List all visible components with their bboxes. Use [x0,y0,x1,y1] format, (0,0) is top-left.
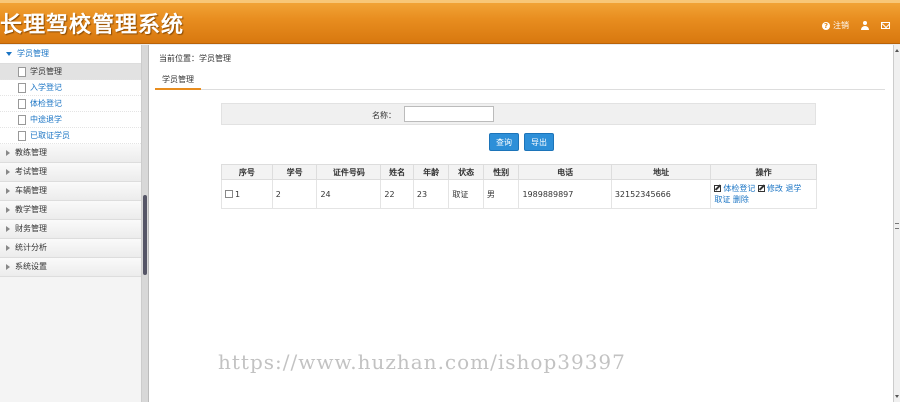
document-icon [18,98,26,109]
scrollbar-grip-icon[interactable] [895,223,899,229]
export-button[interactable]: 导出 [524,133,554,151]
caret-right-icon [6,188,10,194]
cell-actions: 体检登记 修改 退学 取证 删除 [710,179,817,209]
document-icon [18,114,26,125]
sidebar-item-label: 学员管理 [30,66,62,76]
sidebar-item-enrollment[interactable]: 入学登记 [0,80,141,96]
sidebar-group-label: 系统设置 [15,262,47,271]
sidebar-group-label: 车辆管理 [15,186,47,195]
caret-right-icon [6,150,10,156]
app-header: 长理驾校管理系统 ? 注销 [0,0,900,44]
document-icon [18,82,26,93]
cell-student-no: 2 [271,179,318,209]
sidebar-group-coaches[interactable]: 教练管理 [0,144,141,163]
caret-down-icon [6,52,12,56]
sidebar-item-student-management[interactable]: 学员管理 [0,64,141,80]
sidebar-item-label: 已取证学员 [30,130,70,140]
mail-button[interactable] [881,22,890,29]
col-phone: 电话 [518,164,612,180]
sidebar-group-teaching[interactable]: 教学管理 [0,201,141,220]
row-index: 1 [235,189,241,199]
col-gender: 性别 [482,164,520,180]
certify-link[interactable]: 取证 [714,195,730,204]
scroll-down-arrow-icon[interactable] [895,395,899,398]
document-icon [18,66,26,77]
search-bar: 名称： [221,103,816,125]
sidebar-group-settings[interactable]: 系统设置 [0,258,141,277]
tab-student-management[interactable]: 学员管理 [155,72,201,90]
header-actions: ? 注销 [822,20,890,31]
cell-address: 32152345666 [610,179,712,209]
document-icon [18,130,26,141]
sidebar-group-label: 财务管理 [15,224,47,233]
app-title: 长理驾校管理系统 [0,13,185,38]
col-actions: 操作 [710,164,817,180]
sidebar-scrollbar-thumb[interactable] [143,195,147,275]
sidebar-group-label: 统计分析 [15,243,47,252]
col-student-no: 学号 [271,164,318,180]
name-search-input[interactable] [404,106,494,122]
caret-right-icon [6,207,10,213]
sidebar-item-label: 体检登记 [30,98,62,108]
sidebar-group-exams[interactable]: 考试管理 [0,163,141,182]
sidebar: 学员管理 学员管理 入学登记 体检登记 中途退学 已取证学员 教练管理 考试管理… [0,45,142,402]
edit-icon [757,185,765,192]
cell-age: 23 [412,179,450,209]
sidebar-group-label: 教学管理 [15,205,47,214]
table-header-row: 序号 学号 证件号码 姓名 年龄 状态 性别 电话 地址 操作 [221,164,817,180]
table-row: 1 2 24 22 23 取证 男 1989889897 32152345666… [221,179,817,209]
student-table: 序号 学号 证件号码 姓名 年龄 状态 性别 电话 地址 操作 1 2 24 2… [221,164,817,209]
tab-bar: 学员管理 [155,72,885,90]
caret-right-icon [6,169,10,175]
cell-name: 22 [380,179,414,209]
sidebar-group-label: 教练管理 [15,148,47,157]
watermark: https://www.huzhan.com/ishop39397 [218,350,626,374]
edit-link[interactable]: 修改 [767,184,783,193]
cell-gender: 男 [482,179,520,209]
sidebar-item-withdrawal[interactable]: 中途退学 [0,112,141,128]
cell-phone: 1989889897 [518,179,612,209]
col-id-no: 证件号码 [316,164,382,180]
col-age: 年龄 [412,164,450,180]
sidebar-group-vehicles[interactable]: 车辆管理 [0,182,141,201]
sidebar-item-certified[interactable]: 已取证学员 [0,128,141,144]
cell-id-no: 24 [316,179,382,209]
col-address: 地址 [610,164,712,180]
help-icon: ? [822,21,830,30]
sidebar-group-label: 学员管理 [17,49,49,58]
col-status: 状态 [448,164,484,180]
cell-status: 取证 [448,179,484,209]
caret-right-icon [6,226,10,232]
sidebar-item-checkup[interactable]: 体检登记 [0,96,141,112]
sidebar-item-label: 中途退学 [30,114,62,124]
main-panel: 当前位置：学员管理 学员管理 名称： 查询 导出 序号 学号 证件号码 姓名 年… [148,45,893,402]
main-scrollbar[interactable] [893,45,900,402]
breadcrumb: 当前位置：学员管理 [159,54,231,63]
col-index: 序号 [221,164,273,180]
query-button[interactable]: 查询 [489,133,519,151]
caret-right-icon [6,264,10,270]
sidebar-group-students[interactable]: 学员管理 [0,45,141,64]
sidebar-group-statistics[interactable]: 统计分析 [0,239,141,258]
edit-icon [714,185,722,192]
search-label: 名称： [372,111,396,120]
user-button[interactable] [861,21,869,30]
logout-button[interactable]: ? 注销 [822,20,849,31]
sidebar-item-label: 入学登记 [30,82,62,92]
delete-link[interactable]: 删除 [733,195,749,204]
withdraw-link[interactable]: 退学 [785,184,801,193]
caret-right-icon [6,245,10,251]
checkup-link[interactable]: 体检登记 [723,184,755,193]
col-name: 姓名 [380,164,414,180]
sidebar-group-label: 考试管理 [15,167,47,176]
sidebar-group-finance[interactable]: 财务管理 [0,220,141,239]
cell-index: 1 [221,179,273,209]
scroll-up-arrow-icon[interactable] [895,49,899,52]
user-icon [861,21,869,30]
header-top-rule [0,0,900,3]
mail-icon [881,22,890,29]
logout-label: 注销 [833,21,849,30]
row-checkbox[interactable] [225,190,233,198]
